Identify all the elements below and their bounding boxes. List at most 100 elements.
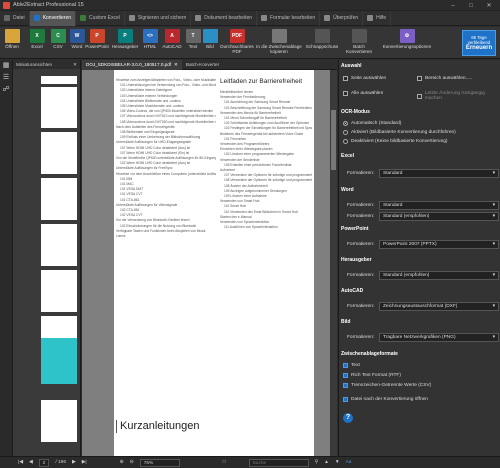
toc-line: 109 Einfluss einer Umkehrung der Bildsch… bbox=[120, 135, 201, 140]
word-heading: Word bbox=[341, 187, 354, 193]
thumbnails-icon[interactable]: ▦ bbox=[2, 62, 10, 70]
open-after-convert-checkbox[interactable]: Datei nach der Konvertierung öffnen bbox=[343, 397, 428, 402]
attachment-icon[interactable]: ☍ bbox=[2, 86, 10, 94]
menu-konvertieren[interactable]: Konvertieren bbox=[29, 10, 77, 26]
searchable-pdf-button[interactable]: PDF Durchsuchbares PDF bbox=[219, 29, 255, 54]
conversion-options-button[interactable]: ⚙ Konvertierungsoptionen bbox=[376, 29, 438, 49]
toc-line: 105 Unterstützte Musikformate und -codec… bbox=[120, 104, 184, 109]
page-thumbnail-selected[interactable] bbox=[41, 338, 77, 384]
toc-line: Von der Modellreihe QP600 unterstützte A… bbox=[116, 156, 216, 161]
menu-ueberpruefen[interactable]: Überprüfen bbox=[320, 10, 364, 26]
clipboard-text-checkbox[interactable]: Text bbox=[343, 363, 360, 368]
review-icon bbox=[324, 15, 331, 21]
checkbox-checked-icon bbox=[343, 363, 348, 368]
clipboard-csv-checkbox[interactable]: Trennzeichen-Getrennte Werte (CSV) bbox=[343, 383, 431, 388]
csv-button[interactable]: C CSV bbox=[49, 29, 67, 49]
page-thumbnail[interactable] bbox=[41, 87, 77, 128]
renew-promo-button[interactable]: 66 Tage verbleibend Erneuern bbox=[462, 30, 496, 56]
first-page-icon[interactable]: |◀ bbox=[18, 460, 23, 465]
search-icon[interactable]: ⚲ bbox=[315, 460, 319, 465]
tab-close-icon[interactable]: ✕ bbox=[174, 62, 178, 68]
page-thumbnail[interactable] bbox=[41, 224, 77, 266]
publisher-button[interactable]: P Herausgeber bbox=[111, 29, 139, 49]
checkbox-checked-icon bbox=[343, 397, 348, 402]
html-button[interactable]: <> HTML bbox=[141, 29, 159, 49]
text-button[interactable]: T Text bbox=[185, 29, 201, 49]
menu-custom-excel[interactable]: Custom Excel bbox=[76, 10, 125, 26]
maximize-icon[interactable]: □ bbox=[462, 0, 480, 11]
search-up-icon[interactable]: ▲ bbox=[324, 460, 329, 465]
toc-line: 101 CTA-861 bbox=[120, 197, 140, 202]
powerpoint-button[interactable]: P PowerPoint bbox=[84, 29, 110, 49]
tab-pdf-document[interactable]: DOJ_SDKDISBELAR-3.0.0_180517.0.pdf ✕ bbox=[82, 59, 182, 70]
excel-format-select[interactable]: Standard ▾ bbox=[379, 169, 499, 178]
document-viewer[interactable]: Hinweise zum Anzeigen/Abspielen von Foto… bbox=[82, 70, 337, 456]
last-page-icon[interactable]: ▶| bbox=[82, 460, 87, 465]
image-button[interactable]: Bild bbox=[202, 29, 218, 49]
vertical-scrollbar[interactable] bbox=[330, 70, 337, 456]
word-format-select[interactable]: Standard ▾ bbox=[379, 201, 499, 210]
excel-button[interactable]: X Excel bbox=[28, 29, 46, 49]
search-input[interactable]: Suche bbox=[248, 458, 309, 467]
copy-clipboard-button[interactable]: In die Zwischenablage kopieren bbox=[256, 29, 302, 54]
fit-page-icon[interactable]: □ bbox=[223, 460, 226, 465]
form-icon bbox=[261, 15, 268, 21]
zoom-select[interactable]: 75% bbox=[139, 458, 180, 467]
menu-signieren[interactable]: Signieren und sichern bbox=[125, 10, 192, 26]
chevron-down-icon: ▾ bbox=[492, 273, 495, 278]
clipboard-rtf-checkbox[interactable]: Rich Text Format (RTF) bbox=[343, 373, 401, 378]
toc-line: Hinweise vor dem Anschließen eines Compu… bbox=[116, 171, 216, 176]
minimize-icon[interactable]: – bbox=[444, 0, 462, 11]
tab-batch-converter[interactable]: Batch-Konverter bbox=[182, 60, 223, 70]
image-format-select[interactable]: Tragbare Netzwerkgrafiken (PNG) ▾ bbox=[379, 333, 499, 342]
scrollbar-thumb[interactable] bbox=[331, 110, 336, 170]
menu-formular-bearbeiten[interactable]: Formular bearbeiten bbox=[257, 10, 321, 26]
next-page-icon[interactable]: ▶ bbox=[72, 460, 76, 465]
panel-close-icon[interactable]: ✕ bbox=[73, 62, 77, 67]
search-down-icon[interactable]: ▼ bbox=[335, 460, 340, 465]
help-button[interactable]: ? bbox=[343, 413, 353, 423]
prev-page-icon[interactable]: ◀ bbox=[29, 460, 33, 465]
zoom-out-icon[interactable]: ⊖ bbox=[130, 460, 134, 465]
toc-line: Aufnahme bbox=[220, 168, 236, 173]
zoom-in-icon[interactable]: ⊕ bbox=[120, 460, 124, 465]
snapshot-button[interactable]: Schnappschuss bbox=[305, 29, 339, 49]
match-case-toggle[interactable]: Aa bbox=[346, 460, 352, 465]
select-area-button[interactable]: Bereich auswählen..... bbox=[417, 76, 472, 81]
close-icon[interactable]: ✕ bbox=[480, 0, 498, 11]
batch-convert-button[interactable]: Batch Konvertieren bbox=[345, 29, 373, 54]
ocr-disabled-radio[interactable]: Deaktiviert (Keine bildbasierte Konverti… bbox=[343, 139, 448, 144]
bookmarks-icon[interactable]: ☰ bbox=[2, 74, 10, 82]
page-thumbnail[interactable] bbox=[41, 400, 77, 442]
toc-line: Bedienen des Fernsehgeräts bei aktiviert… bbox=[220, 131, 304, 136]
batch-icon bbox=[351, 29, 367, 43]
page-thumbnail[interactable] bbox=[41, 270, 77, 312]
publisher-format-select[interactable]: Standard (empfohlen) ▾ bbox=[379, 271, 499, 280]
menu-datei[interactable]: Datei bbox=[0, 10, 30, 26]
autocad-button[interactable]: A AutoCAD bbox=[160, 29, 184, 49]
page-thumbnail[interactable] bbox=[41, 132, 77, 174]
ocr-enabled-radio[interactable]: Aktiviert (Bildbasierte Konvertierung du… bbox=[343, 130, 456, 135]
menu-hilfe[interactable]: Hilfe bbox=[363, 10, 392, 26]
toc-line: Unterstützte Auflösungen für FreeSync bbox=[116, 166, 173, 171]
open-button[interactable]: Öffnen bbox=[3, 29, 21, 49]
excel-menu-icon bbox=[80, 15, 87, 21]
autocad-format-select[interactable]: Zeichnungsaustauschformat (DXF) ▾ bbox=[379, 302, 499, 311]
powerpoint-format-select[interactable]: PowerPoint 2007 (PPTX) ▾ bbox=[379, 240, 499, 249]
ocr-auto-radio[interactable]: Automatisch (Standard) bbox=[343, 121, 401, 126]
app-window: Able2Extract Professional 15 – □ ✕ Datei… bbox=[0, 0, 500, 468]
word-format-select-2[interactable]: Standard (empfohlen) ▾ bbox=[379, 212, 499, 221]
toc-line: 101 Unterstützungen bei Verwendung von F… bbox=[120, 83, 216, 88]
page-thumbnail[interactable] bbox=[41, 178, 77, 220]
window-controls: – □ ✕ bbox=[444, 0, 498, 11]
select-page-button[interactable]: Seite auswählen bbox=[343, 76, 386, 81]
page-thumbnail[interactable] bbox=[41, 76, 77, 84]
menu-dokument-bearbeiten[interactable]: Dokument bearbeiten bbox=[191, 10, 258, 26]
select-all-button[interactable]: Alle auswählen bbox=[343, 91, 383, 96]
chevron-down-icon: ▾ bbox=[492, 304, 495, 309]
chevron-down-icon: ▾ bbox=[492, 335, 495, 340]
undo-last-change-button[interactable]: Letzte Änderung rückgängig machen bbox=[417, 91, 500, 101]
pdf-page: Hinweise zum Anzeigen/Abspielen von Foto… bbox=[114, 70, 314, 456]
page-number-input[interactable]: 2 bbox=[38, 458, 50, 467]
toc-line: Unterstützte Auflösungen für Videosignal… bbox=[116, 202, 178, 207]
